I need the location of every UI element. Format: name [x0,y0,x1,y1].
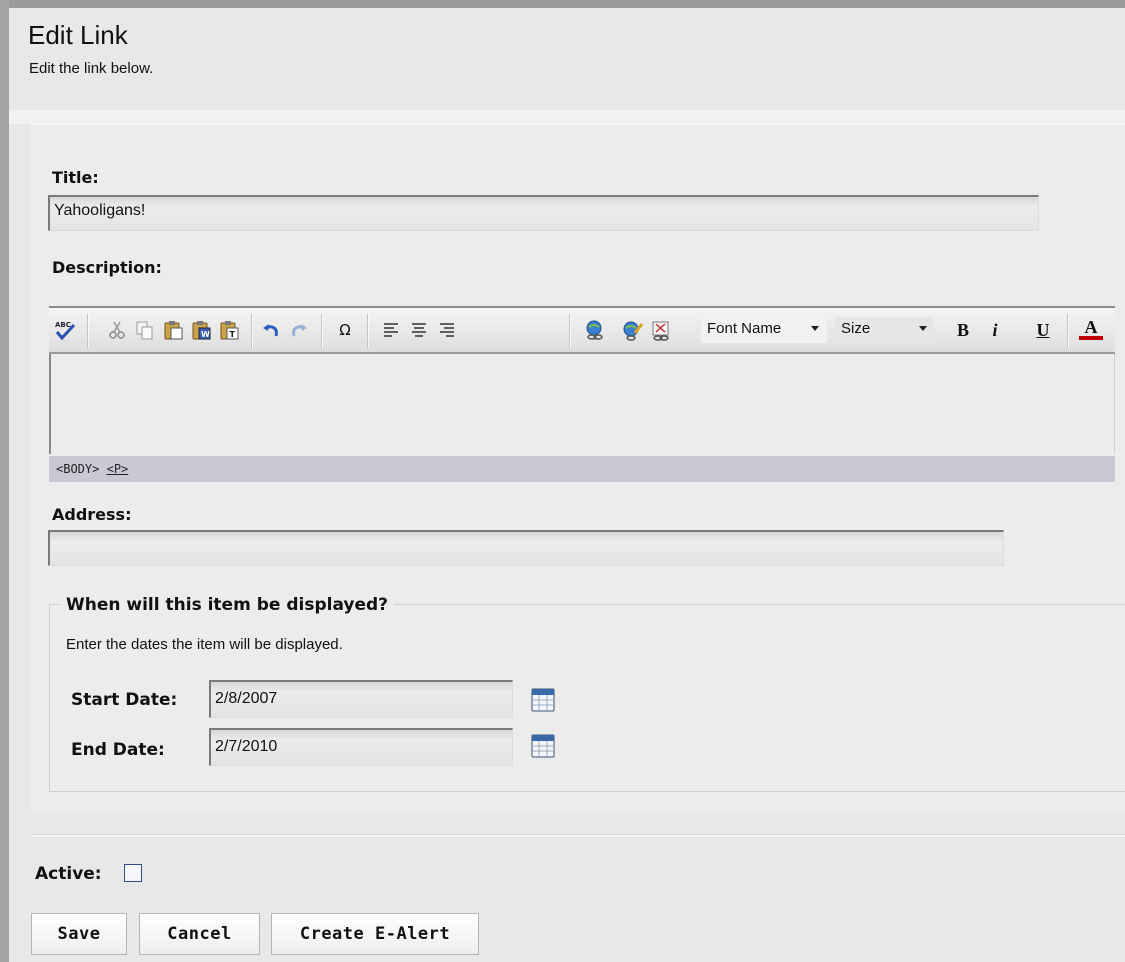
toolbar-separator [569,314,571,348]
copy-icon[interactable] [133,318,157,342]
chevron-down-icon[interactable] [811,326,819,331]
page-title: Edit Link [28,20,128,50]
paste-text-icon[interactable]: T [217,318,241,342]
edit-link-icon[interactable] [621,318,645,342]
toolbar-separator [321,314,323,348]
editor-toolbar: ABC W T Ω Font Name Size B i U A [49,306,1115,354]
remove-link-icon[interactable] [649,318,673,342]
editor-content-area[interactable] [49,354,1115,454]
chevron-down-icon[interactable] [919,326,927,331]
cut-icon[interactable] [105,318,129,342]
toolbar-separator [251,314,253,348]
path-p-tag[interactable]: <P> [107,462,129,476]
underline-icon[interactable]: U [1031,318,1055,342]
font-name-dropdown[interactable]: Font Name [701,317,827,343]
cancel-button[interactable]: Cancel [139,913,260,955]
svg-text:W: W [201,330,210,339]
start-date-input[interactable]: 2/8/2007 [209,680,513,718]
create-e-alert-button[interactable]: Create E-Alert [271,913,479,955]
italic-icon[interactable]: i [983,318,1007,342]
save-button[interactable]: Save [31,913,127,955]
align-center-icon[interactable] [407,318,431,342]
path-body-tag[interactable]: <BODY> [56,462,99,476]
window-top-border [0,0,1125,8]
svg-text:ABC: ABC [55,321,71,329]
fieldset-legend: When will this item be displayed? [60,595,395,615]
bold-icon[interactable]: B [951,318,975,342]
toolbar-separator [367,314,369,348]
window-left-border [0,0,9,962]
align-left-icon[interactable] [379,318,403,342]
header-divider-strip [9,110,1125,124]
active-checkbox[interactable] [124,864,142,882]
undo-icon[interactable] [259,318,283,342]
description-label: Description: [52,258,162,277]
toolbar-separator [1067,314,1069,348]
rich-text-editor: ABC W T Ω Font Name Size B i U A <BODY> … [49,306,1115,482]
page-subtitle: Edit the link below. [29,60,154,77]
section-divider [30,834,1125,836]
special-character-icon[interactable]: Ω [333,318,357,342]
font-color-icon[interactable]: A [1079,317,1103,340]
paste-word-icon[interactable]: W [189,318,213,342]
insert-link-icon[interactable] [583,318,607,342]
title-label: Title: [52,168,99,187]
calendar-icon[interactable] [531,688,555,712]
element-path-bar: <BODY> <P> [49,456,1115,482]
redo-icon[interactable] [287,318,311,342]
title-input[interactable]: Yahooligans! [48,195,1039,231]
paste-icon[interactable] [161,318,185,342]
dates-help-text: Enter the dates the item will be display… [66,636,343,653]
align-right-icon[interactable] [435,318,459,342]
toolbar-separator [87,314,89,348]
address-input[interactable] [48,530,1004,566]
end-date-input[interactable]: 2/7/2010 [209,728,513,766]
address-label: Address: [52,505,132,524]
svg-text:T: T [230,330,236,339]
active-label: Active: [35,864,102,884]
start-date-label: Start Date: [71,690,178,710]
end-date-label: End Date: [71,740,165,760]
spellcheck-icon[interactable]: ABC [53,318,77,342]
calendar-icon[interactable] [531,734,555,758]
